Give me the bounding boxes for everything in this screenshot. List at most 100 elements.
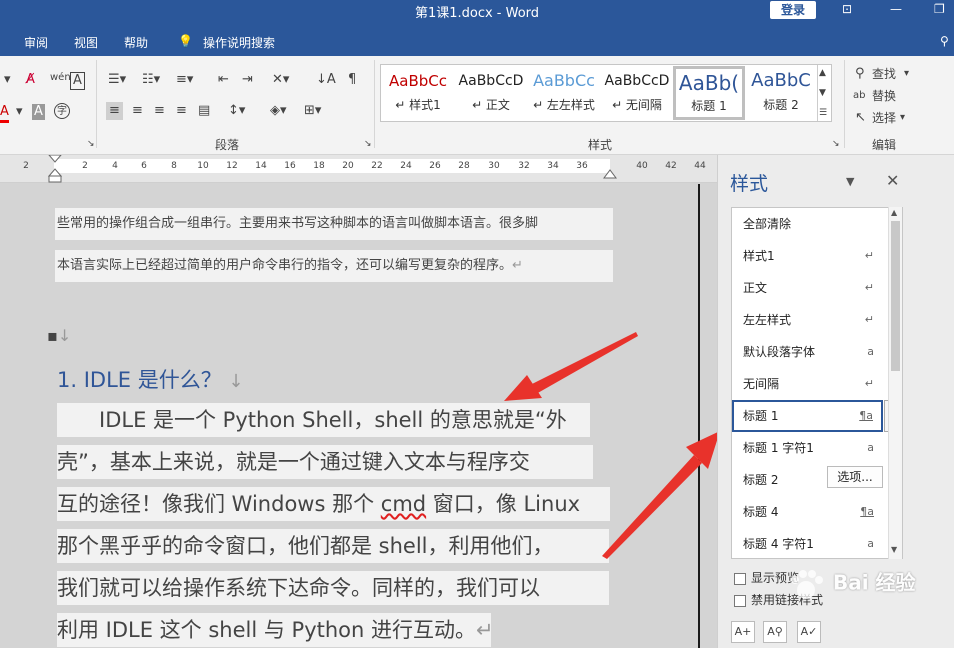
style-tile-heading1[interactable]: AaBb( 标题 1 xyxy=(673,66,745,120)
style-item-heading4-char[interactable]: 标题 4 字符1 a xyxy=(732,528,902,558)
numbering-icon[interactable]: ☷▾ xyxy=(142,72,160,88)
ruler-number: 26 xyxy=(429,161,441,171)
find-icon[interactable]: ⚲ xyxy=(855,66,865,82)
style-item-zuozuo[interactable]: 左左样式 ↵ xyxy=(732,304,902,336)
document-canvas[interactable]: 些常用的操作组合成一组串行。主要用来书写这种脚本的语言叫做脚本语言。很多脚 本语… xyxy=(0,184,717,648)
watermark-text: Bai 经验 xyxy=(832,570,916,595)
font-dropdown-arrow-icon[interactable]: ▾ xyxy=(4,72,11,88)
chinese-layout-icon[interactable]: ✕▾ xyxy=(272,72,289,88)
phonetic-guide-icon[interactable]: wén xyxy=(50,70,71,86)
pane-options-dropdown-icon[interactable]: ▼ xyxy=(846,175,854,188)
shading-icon[interactable]: ◈▾ xyxy=(270,103,287,119)
style-tile-heading2[interactable]: AaBbC 标题 2 xyxy=(745,66,817,120)
increase-indent-icon[interactable]: ⇥ xyxy=(242,72,253,88)
style-tile-zuozuo[interactable]: AaBbCc ↵ 左左样式 xyxy=(528,66,600,120)
heading-text: 1. IDLE 是什么？ xyxy=(57,368,222,392)
style-tile-name: ↵ 样式1 xyxy=(395,98,441,112)
paragraph-launcher-icon[interactable]: ↘ xyxy=(364,136,372,152)
align-right-icon[interactable]: ≡ xyxy=(154,103,165,119)
tab-help[interactable]: 帮助 xyxy=(124,34,148,51)
style-inspector-icon[interactable]: A⚲ xyxy=(763,621,787,643)
style-item-style1[interactable]: 样式1 ↵ xyxy=(732,240,902,272)
horizontal-ruler[interactable]: 2 2 4 6 8 10 12 14 16 18 20 22 24 26 28 … xyxy=(0,155,717,183)
new-style-icon[interactable]: A+ xyxy=(731,621,755,643)
style-tile-name: ↵ 左左样式 xyxy=(533,98,595,112)
show-marks-icon[interactable]: ¶ xyxy=(348,72,356,88)
style-item-label: 默认段落字体 xyxy=(743,345,816,359)
styles-scrollbar[interactable]: ▲ ▼ xyxy=(888,207,902,559)
style-item-heading4[interactable]: 标题 4 ¶a xyxy=(732,496,902,528)
style-item-heading1-char[interactable]: 标题 1 字符1 a xyxy=(732,432,902,464)
find-button[interactable]: 查找 xyxy=(872,66,896,82)
align-left-icon[interactable]: ≡ xyxy=(106,102,123,120)
gallery-more-icon[interactable]: ☰ xyxy=(819,105,827,121)
replace-button[interactable]: 替换 xyxy=(872,88,896,104)
indent-marker-icon[interactable] xyxy=(48,155,62,183)
style-tile-sample: AaBb( xyxy=(678,71,740,95)
restore-icon[interactable]: ❐ xyxy=(934,2,945,16)
paragraph-style-icon: ↵ xyxy=(864,377,874,390)
page-edge xyxy=(698,184,700,648)
font-color-dropdown-icon[interactable]: ▾ xyxy=(16,104,23,120)
gallery-up-icon[interactable]: ▲ xyxy=(819,65,826,81)
checkbox-box[interactable] xyxy=(734,572,746,585)
manage-styles-icon[interactable]: A✓ xyxy=(797,621,821,643)
style-item-label: 全部清除 xyxy=(743,217,792,231)
scroll-down-icon[interactable]: ▼ xyxy=(891,545,897,554)
ribbon-display-icon[interactable]: ⊡ xyxy=(842,2,852,16)
tab-review[interactable]: 审阅 xyxy=(24,34,48,51)
style-item-default-font[interactable]: 默认段落字体 a xyxy=(732,336,902,368)
find-dropdown-icon[interactable]: ▾ xyxy=(904,66,909,82)
style-item-heading1-selected[interactable]: 标题 1 ¶a xyxy=(732,400,883,432)
style-item-no-spacing[interactable]: 无间隔 ↵ xyxy=(732,368,902,400)
misspelled-word[interactable]: cmd xyxy=(381,492,426,516)
body-line-text: 我们就可以给操作系统下达命令。同样的，我们可以 xyxy=(57,576,540,600)
login-button[interactable]: 登录 xyxy=(770,1,816,19)
borders-icon[interactable]: ⊞▾ xyxy=(304,103,321,119)
align-center-icon[interactable]: ≡ xyxy=(132,103,143,119)
pane-title: 样式 xyxy=(730,173,769,195)
clear-format-icon[interactable]: A̸ xyxy=(26,72,35,88)
style-item-normal[interactable]: 正文 ↵ xyxy=(732,272,902,304)
styles-launcher-icon[interactable]: ↘ xyxy=(832,136,840,152)
multilevel-list-icon[interactable]: ≡▾ xyxy=(176,72,193,88)
linked-style-icon: ¶a xyxy=(859,409,873,422)
select-cursor-icon[interactable]: ↖ xyxy=(855,110,866,126)
style-tile-normal[interactable]: AaBbCcD ↵ 正文 xyxy=(455,66,527,120)
right-indent-marker-icon[interactable] xyxy=(603,167,617,179)
sort-icon[interactable]: ↓A xyxy=(316,72,336,88)
distributed-icon[interactable]: ▤ xyxy=(198,103,210,119)
scroll-thumb[interactable] xyxy=(891,221,900,371)
body-line-text: 壳”，基本上来说，就是一个通过键入文本与程序交 xyxy=(57,450,530,474)
style-tile-style1[interactable]: AaBbCc ↵ 样式1 xyxy=(382,66,454,120)
line-spacing-icon[interactable]: ↕▾ xyxy=(228,103,245,119)
style-item-label: 样式1 xyxy=(743,249,775,263)
gallery-down-icon[interactable]: ▼ xyxy=(819,85,826,101)
style-item-clear-all[interactable]: 全部清除 xyxy=(732,208,902,240)
tell-me-search[interactable]: 操作说明搜索 xyxy=(203,34,275,51)
style-tile-sample: AaBbC xyxy=(751,70,811,91)
select-dropdown-icon[interactable]: ▾ xyxy=(900,110,905,126)
options-button[interactable]: 选项... xyxy=(827,466,883,488)
select-button[interactable]: 选择 xyxy=(872,110,896,126)
character-style-icon: a xyxy=(867,345,874,358)
char-border-icon[interactable]: A xyxy=(70,72,85,90)
font-launcher-icon[interactable]: ↘ xyxy=(87,136,95,152)
editing-group-label: 编辑 xyxy=(872,138,897,152)
scroll-up-icon[interactable]: ▲ xyxy=(891,208,897,217)
body-line-text: 互的途径！像我们 Windows 那个 xyxy=(57,492,381,516)
close-icon[interactable]: ✕ xyxy=(886,171,899,190)
tab-view[interactable]: 视图 xyxy=(74,34,98,51)
empty-paragraph: ▪↓ xyxy=(47,326,72,345)
enclose-char-icon[interactable]: 字 xyxy=(54,103,70,119)
checkbox-box[interactable] xyxy=(734,594,746,607)
minimize-icon[interactable]: — xyxy=(890,2,902,16)
replace-icon[interactable]: ab xyxy=(853,88,865,104)
font-color-icon[interactable]: A xyxy=(0,104,9,123)
share-person-icon[interactable]: ⚲ xyxy=(940,34,949,48)
decrease-indent-icon[interactable]: ⇤ xyxy=(218,72,229,88)
bullets-icon[interactable]: ☰▾ xyxy=(108,72,126,88)
justify-icon[interactable]: ≡ xyxy=(176,103,187,119)
char-shading-icon[interactable]: A xyxy=(32,104,45,120)
style-tile-no-spacing[interactable]: AaBbCcD ↵ 无间隔 xyxy=(601,66,673,120)
